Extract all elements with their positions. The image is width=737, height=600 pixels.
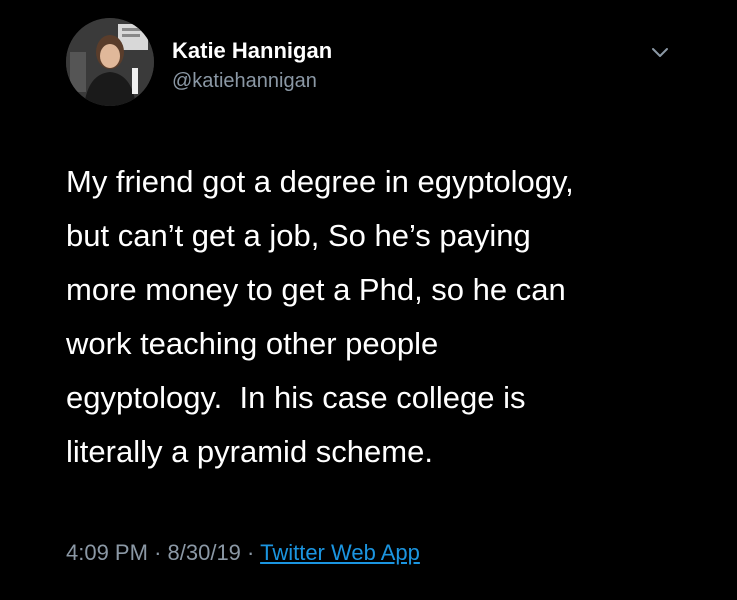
avatar[interactable] [66,18,154,106]
tweet-text: My friend got a degree in egyptology, bu… [66,155,706,479]
tweet-text-line: literally a pyramid scheme. [66,434,433,469]
tweet-text-line: egyptology. In his case college is [66,380,526,415]
chevron-down-icon[interactable] [648,40,672,64]
tweet-time[interactable]: 4:09 PM [66,540,148,565]
tweet-text-line: work teaching other people [66,326,439,361]
meta-separator: · [154,540,162,565]
tweet-text-line: but can’t get a job, So he’s paying [66,218,531,253]
tweet-meta: 4:09 PM · 8/30/19 · Twitter Web App [66,540,420,566]
tweet-text-line: more money to get a Phd, so he can [66,272,566,307]
tweet-card: Katie Hannigan @katiehannigan My friend … [0,0,737,600]
tweet-text-line: My friend got a degree in egyptology, [66,164,574,199]
tweet-source-link[interactable]: Twitter Web App [260,540,420,565]
avatar-image [66,18,154,106]
author-handle[interactable]: @katiehannigan [172,70,317,93]
meta-separator: · [247,540,255,565]
author-name[interactable]: Katie Hannigan [172,38,332,64]
tweet-date[interactable]: 8/30/19 [168,540,241,565]
